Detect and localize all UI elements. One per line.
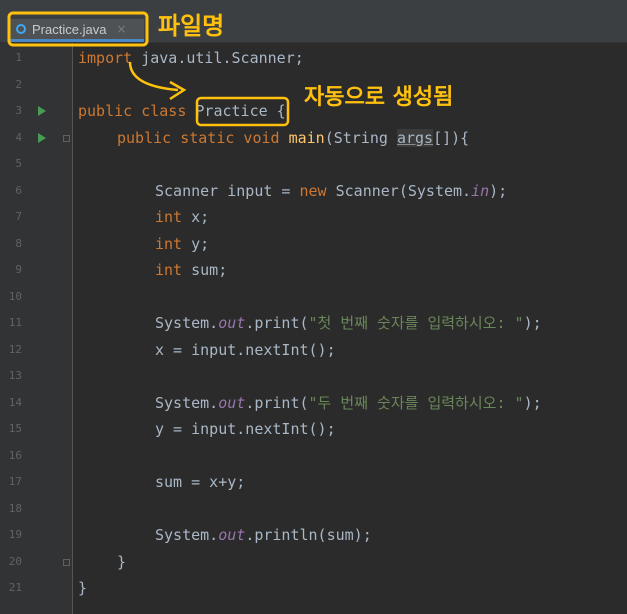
code-line-20: } [117, 552, 127, 571]
java-class-icon [16, 24, 26, 34]
line-number: 5 [15, 157, 22, 170]
line-number: 18 [8, 501, 22, 515]
class-name: Practice [195, 102, 268, 120]
keyword: int [155, 261, 183, 279]
code-text: ); [523, 314, 542, 332]
code-text: x; [182, 208, 210, 226]
code-line-12: x = input.nextInt(); [155, 340, 336, 359]
code-text: Scanner input = [155, 181, 300, 200]
line-number: 13 [8, 369, 22, 382]
line-number: 2 [15, 77, 22, 91]
code-line-21: } [78, 579, 88, 597]
static-field: out [218, 393, 246, 412]
static-field: out [218, 526, 246, 544]
keyword: int [155, 234, 183, 253]
code-line-8: int y; [155, 231, 209, 258]
keyword: new [299, 181, 327, 200]
code-line-1: import java.util.Scanner; [78, 45, 304, 72]
keyword: import [78, 49, 133, 67]
code-text: Scanner(System. [326, 181, 472, 200]
line-number: 7 [15, 210, 22, 223]
close-icon[interactable]: × [116, 22, 126, 36]
code-text: sum; [182, 261, 228, 279]
run-class-icon[interactable] [38, 106, 46, 116]
code-line-7: int x; [155, 204, 209, 231]
code-line-17: sum = x+y; [155, 473, 246, 491]
line-number: 11 [8, 316, 22, 329]
tab-practice-java[interactable]: Practice.java × [10, 19, 144, 42]
keyword: public static void [117, 128, 280, 147]
string-literal: "두 번째 숫자를 입력하시오: " [308, 393, 524, 412]
line-number: 19 [8, 528, 22, 541]
string-literal: "첫 번째 숫자를 입력하시오: " [308, 314, 524, 332]
line-number: 16 [8, 448, 22, 462]
annotation-auto-generated: 자동으로 생성됨 [304, 85, 453, 110]
code-line-15: y = input.nextInt(); [155, 420, 336, 438]
code-text: ); [489, 181, 508, 200]
code-line-6: Scanner input = new Scanner(System.in); [155, 178, 507, 205]
line-number: 8 [15, 236, 22, 250]
code-text: .print( [245, 393, 309, 412]
line-gutter: 1 2 3 4 5 6 7 8 9 10 11 12 13 14 15 16 1… [0, 43, 72, 614]
code-line-3: public class Practice { [78, 98, 286, 125]
fold-icon[interactable] [63, 559, 70, 566]
keyword: public class [78, 102, 187, 120]
line-number: 12 [8, 342, 22, 356]
line-number: 10 [8, 289, 22, 303]
line-number: 3 [15, 104, 22, 117]
code-text: System. [155, 314, 219, 332]
code-line-19: System.out.println(sum); [155, 522, 372, 549]
code-text: System. [155, 393, 219, 412]
code-line-9: int sum; [155, 257, 227, 284]
args-parameter: args [396, 128, 434, 147]
tab-label: Practice.java [32, 21, 107, 37]
method-name: main [288, 128, 325, 147]
line-number: 6 [15, 183, 22, 197]
line-number: 1 [15, 51, 22, 64]
editor-window: Practice.java × 1 2 3 4 5 6 7 8 9 10 11 … [0, 0, 627, 614]
arrow-head-icon [169, 80, 187, 101]
keyword: int [155, 208, 183, 226]
line-number: 4 [15, 130, 22, 144]
code-text: []){ [433, 128, 470, 147]
code-text: System. [155, 526, 219, 544]
line-number: 9 [15, 263, 22, 276]
code-text: y; [182, 234, 210, 253]
code-line-11: System.out.print("첫 번째 숫자를 입력하시오: "); [155, 310, 542, 337]
code-text: ); [523, 393, 542, 412]
line-number: 15 [8, 422, 22, 435]
code-text: .print( [245, 314, 309, 332]
code-text: java.util.Scanner; [132, 49, 304, 67]
static-field: out [218, 314, 246, 332]
line-number: 17 [8, 475, 22, 488]
code-line-14: System.out.print("두 번째 숫자를 입력하시오: "); [155, 390, 542, 417]
code-text: (String [324, 128, 397, 147]
fold-icon[interactable] [63, 135, 70, 142]
static-field: in [471, 181, 490, 200]
code-text: { [267, 102, 286, 120]
code-line-4: public static void main(String args[]){ [117, 125, 469, 152]
line-number: 20 [8, 554, 22, 568]
run-main-icon[interactable] [38, 133, 46, 143]
line-number: 14 [8, 395, 22, 409]
tab-bar: Practice.java × [0, 0, 627, 43]
code-text: .println(sum); [245, 526, 372, 544]
gutter-divider [72, 43, 73, 614]
line-number: 21 [8, 581, 22, 594]
